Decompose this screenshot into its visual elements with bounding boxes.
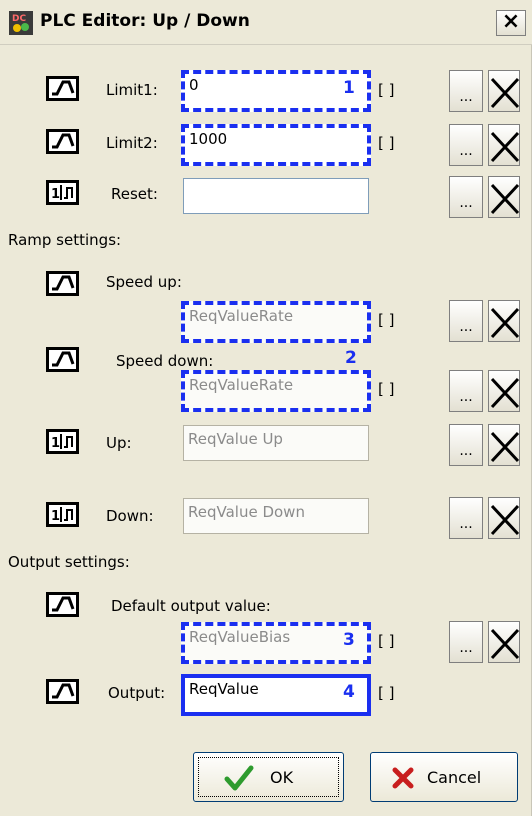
down-browse-button[interactable]: ... — [449, 497, 483, 539]
analog-signal-icon — [46, 129, 79, 154]
clear-x-icon — [490, 307, 520, 339]
annotation-badge-2: 2 — [345, 348, 357, 368]
speed-down-label: Speed down: — [116, 352, 214, 370]
speed-up-input[interactable]: ReqValueRate — [181, 301, 371, 343]
ramp-settings-heading: Ramp settings: — [8, 231, 122, 249]
speed-up-browse-button[interactable]: ... — [449, 300, 483, 342]
digital-signal-icon: 1 — [46, 180, 79, 205]
window-title: PLC Editor: Up / Down — [40, 11, 250, 31]
speed-down-unit: [ ] — [378, 380, 395, 398]
limit1-unit: [ ] — [378, 81, 395, 99]
title-bar[interactable]: DC PLC Editor: Up / Down × — [0, 0, 532, 45]
analog-signal-icon — [46, 592, 79, 617]
limit1-clear-button[interactable] — [488, 70, 520, 112]
up-label: Up: — [106, 434, 132, 452]
default-output-label: Default output value: — [111, 597, 271, 615]
plc-app-icon: DC — [9, 11, 33, 35]
digital-signal-icon: 1 — [46, 502, 79, 527]
speed-up-unit: [ ] — [378, 311, 395, 329]
annotation-badge-1: 1 — [343, 78, 355, 98]
svg-text:1: 1 — [51, 509, 60, 524]
clear-x-icon — [490, 377, 520, 409]
output-settings-heading: Output settings: — [8, 553, 130, 571]
reset-label: Reset: — [111, 185, 158, 203]
up-input[interactable]: ReqValue Up — [183, 425, 369, 461]
ok-button[interactable]: OK — [193, 752, 344, 802]
limit1-label: Limit1: — [106, 81, 158, 99]
annotation-badge-4: 4 — [343, 682, 355, 702]
speed-up-label: Speed up: — [106, 273, 182, 291]
plc-editor-window: DC PLC Editor: Up / Down × Limit1: 0 1 [… — [0, 0, 532, 816]
clear-x-icon — [490, 131, 520, 163]
cancel-label: Cancel — [427, 768, 482, 787]
clear-x-icon — [490, 628, 520, 660]
default-output-clear-button[interactable] — [488, 621, 520, 663]
reset-clear-button[interactable] — [488, 176, 520, 218]
cancel-x-icon — [392, 767, 414, 789]
annotation-badge-3: 3 — [343, 630, 355, 650]
limit2-browse-button[interactable]: ... — [449, 124, 483, 166]
reset-browse-button[interactable]: ... — [449, 176, 483, 218]
limit1-browse-button[interactable]: ... — [449, 70, 483, 112]
check-icon — [224, 765, 254, 791]
speed-down-input[interactable]: ReqValueRate — [181, 370, 371, 412]
speed-down-browse-button[interactable]: ... — [449, 370, 483, 412]
clear-x-icon — [490, 504, 520, 536]
default-output-unit: [ ] — [378, 632, 395, 650]
clear-x-icon — [490, 183, 520, 215]
cancel-button[interactable]: Cancel — [370, 752, 518, 802]
clear-x-icon — [490, 77, 520, 109]
output-label: Output: — [108, 684, 166, 702]
limit2-unit: [ ] — [378, 134, 395, 152]
reset-input[interactable] — [183, 178, 369, 214]
speed-up-clear-button[interactable] — [488, 300, 520, 342]
clear-x-icon — [490, 431, 520, 463]
ok-label: OK — [270, 768, 294, 787]
down-clear-button[interactable] — [488, 497, 520, 539]
down-input[interactable]: ReqValue Down — [183, 498, 369, 534]
svg-text:DC: DC — [12, 14, 26, 24]
svg-text:1: 1 — [51, 187, 60, 202]
up-clear-button[interactable] — [488, 424, 520, 466]
analog-signal-icon — [46, 347, 79, 372]
limit2-label: Limit2: — [106, 134, 158, 152]
analog-signal-icon — [46, 679, 79, 704]
default-output-browse-button[interactable]: ... — [449, 621, 483, 663]
digital-signal-icon: 1 — [46, 429, 79, 454]
down-label: Down: — [106, 507, 154, 525]
speed-down-clear-button[interactable] — [488, 370, 520, 412]
output-unit: [ ] — [378, 684, 395, 702]
limit2-clear-button[interactable] — [488, 124, 520, 166]
analog-signal-icon — [46, 271, 79, 296]
analog-signal-icon — [46, 76, 79, 101]
limit2-input[interactable]: 1000 — [181, 124, 371, 166]
svg-text:1: 1 — [51, 436, 60, 451]
close-button[interactable]: × — [496, 10, 526, 36]
up-browse-button[interactable]: ... — [449, 424, 483, 466]
